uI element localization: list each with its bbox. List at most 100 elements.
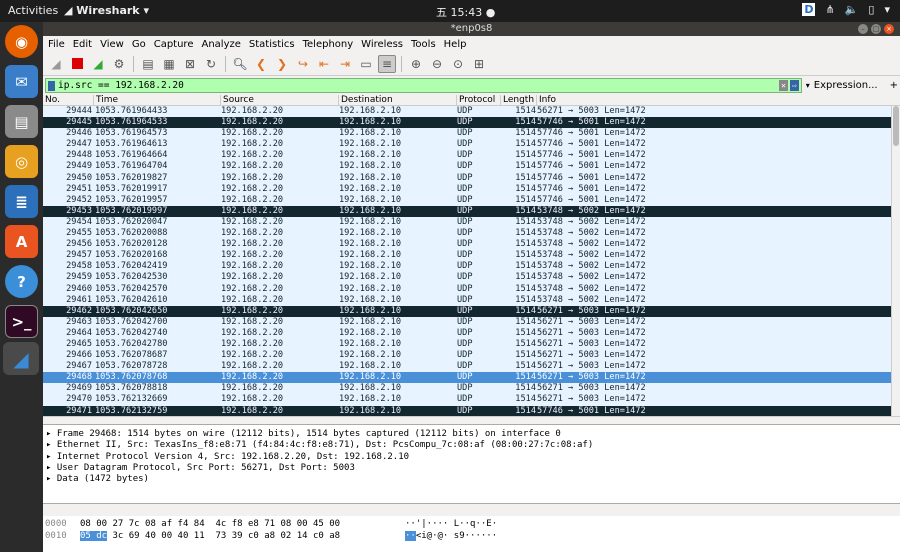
close-file-icon[interactable]: ⊠ (181, 55, 199, 73)
table-row[interactable]: 29444 1053.761964433 192.168.2.20 192.168.2… (43, 106, 900, 118)
table-row[interactable]: 29468 1053.762078768 192.168.2.20 192.168.2… (43, 372, 900, 384)
menu-analyze[interactable]: Analyze (201, 39, 240, 50)
table-row[interactable]: 29462 1053.762042650 192.168.2.20 192.168.2… (43, 305, 900, 317)
details-row[interactable]: ▸ Internet Protocol Version 4, Src: 192.… (43, 452, 900, 463)
col-no[interactable]: No. (43, 95, 94, 105)
table-row[interactable]: 29452 1053.762019957 192.168.2.20 192.168.2… (43, 194, 900, 206)
writer-icon[interactable]: ≣ (5, 185, 38, 218)
table-row[interactable]: 29453 1053.762019997 192.168.2.20 192.168.2… (43, 205, 900, 217)
app-menu[interactable]: ◢ Wireshark ▾ (64, 4, 149, 17)
details-row[interactable]: ▸ User Datagram Protocol, Src Port: 5627… (43, 463, 900, 474)
table-row[interactable]: 29450 1053.762019827 192.168.2.20 192.168.2… (43, 172, 900, 184)
go-back-icon[interactable]: ❮ (252, 55, 270, 73)
menu-tools[interactable]: Tools (411, 39, 436, 50)
menu-file[interactable]: File (48, 39, 65, 50)
col-info[interactable]: Info (537, 95, 900, 105)
music-icon[interactable]: ◎ (5, 145, 38, 178)
resize-columns-icon[interactable]: ⊞ (470, 55, 488, 73)
menu-view[interactable]: View (100, 39, 124, 50)
software-center-icon[interactable]: A (5, 225, 38, 258)
table-row[interactable]: 29447 1053.761964613 192.168.2.20 192.168.2… (43, 139, 900, 151)
menu-edit[interactable]: Edit (73, 39, 92, 50)
network-icon[interactable]: ⋔ (825, 3, 834, 16)
restart-capture-icon[interactable]: ◢ (89, 55, 107, 73)
minimize-icon[interactable]: – (858, 24, 868, 34)
details-row[interactable]: ▸ Data (1472 bytes) (43, 474, 900, 485)
normal-size-icon[interactable]: ⊙ (449, 55, 467, 73)
help-icon[interactable]: ? (5, 265, 38, 298)
menu-capture[interactable]: Capture (154, 39, 194, 50)
table-row[interactable]: 29446 1053.761964573 192.168.2.20 192.168.2… (43, 128, 900, 140)
activities-button[interactable]: Activities (8, 4, 58, 17)
close-icon[interactable]: × (884, 24, 894, 34)
table-row[interactable]: 29460 1053.762042570 192.168.2.20 192.168.2… (43, 283, 900, 295)
table-row[interactable]: 29454 1053.762020047 192.168.2.20 192.168.2… (43, 216, 900, 229)
details-row[interactable]: ▸ Frame 29468: 1514 bytes on wire (12112… (43, 429, 900, 440)
filter-history-icon[interactable]: ▾ (806, 81, 810, 90)
table-row[interactable]: 29470 1053.762132669 192.168.2.20 192.168.2… (43, 394, 900, 406)
desktop-indicator-icon[interactable]: D (802, 3, 816, 16)
expression-button[interactable]: Expression... (814, 80, 878, 91)
table-row[interactable]: 29466 1053.762078687 192.168.2.20 192.168.2… (43, 350, 900, 362)
table-row[interactable]: 29461 1053.762042610 192.168.2.20 192.168.2… (43, 294, 900, 306)
table-row[interactable]: 29459 1053.762042530 192.168.2.20 192.168.2… (43, 272, 900, 284)
menu-go[interactable]: Go (132, 39, 146, 50)
go-to-packet-icon[interactable]: ↪ (294, 55, 312, 73)
volume-icon[interactable]: 🔈 (845, 3, 859, 16)
packet-list-scrollbar[interactable] (891, 106, 900, 417)
mail-icon[interactable]: ✉ (5, 65, 38, 98)
col-destination[interactable]: Destination (339, 95, 457, 105)
col-length[interactable]: Length (501, 95, 537, 105)
terminal-icon[interactable]: >_ (5, 305, 38, 338)
shark-fin-start-icon[interactable]: ◢ (47, 55, 65, 73)
table-row[interactable]: 29451 1053.762019917 192.168.2.20 192.168.2… (43, 183, 900, 195)
find-packet-icon[interactable]: 🔍︎ (231, 55, 249, 73)
col-time[interactable]: Time (94, 95, 221, 105)
table-row[interactable]: 29445 1053.761964533 192.168.2.20 192.168.2… (43, 117, 900, 129)
apply-filter-icon[interactable]: ⇨ (789, 80, 799, 91)
zoom-out-icon[interactable]: ⊖ (428, 55, 446, 73)
battery-icon[interactable]: ▯ (868, 3, 874, 16)
files-icon[interactable]: ▤ (5, 105, 38, 138)
zoom-in-icon[interactable]: ⊕ (407, 55, 425, 73)
auto-scroll-icon[interactable]: ▭ (357, 55, 375, 73)
col-source[interactable]: Source (221, 95, 339, 105)
title-bar[interactable]: *enp0s8 – □ × (43, 22, 900, 36)
go-forward-icon[interactable]: ❯ (273, 55, 291, 73)
clear-filter-icon[interactable]: ✕ (779, 80, 788, 91)
col-protocol[interactable]: Protocol (457, 95, 501, 105)
bytes-row[interactable]: 0000 08 00 27 7c 08 af f4 84 4c f8 e8 71… (43, 519, 900, 531)
table-row[interactable]: 29456 1053.762020128 192.168.2.20 192.168.2… (43, 239, 900, 251)
bookmark-icon[interactable] (48, 80, 55, 91)
table-row[interactable]: 29458 1053.762042419 192.168.2.20 192.168.2… (43, 261, 900, 273)
table-row[interactable]: 29455 1053.762020088 192.168.2.20 192.168.2… (43, 228, 900, 240)
maximize-icon[interactable]: □ (871, 24, 881, 34)
table-row[interactable]: 29469 1053.762078818 192.168.2.20 192.168.2… (43, 383, 900, 395)
save-file-icon[interactable]: ▦ (160, 55, 178, 73)
menu-telephony[interactable]: Telephony (303, 39, 354, 50)
first-packet-icon[interactable]: ⇤ (315, 55, 333, 73)
wireshark-icon[interactable]: ◢ (3, 342, 39, 375)
table-row[interactable]: 29457 1053.762020168 192.168.2.20 192.168.2… (43, 250, 900, 262)
menu-wireless[interactable]: Wireless (361, 39, 403, 50)
firefox-icon[interactable]: ◉ (5, 25, 38, 58)
table-row[interactable]: 29463 1053.762042700 192.168.2.20 192.168.2… (43, 316, 900, 328)
open-file-icon[interactable]: ▤ (139, 55, 157, 73)
bytes-row[interactable]: 0010 05 dc 3c 69 40 00 40 11 73 39 c0 a8… (43, 530, 900, 543)
capture-options-icon[interactable]: ⚙ (110, 55, 128, 73)
display-filter-input[interactable]: ip.src == 192.168.2.20 ✕ ⇨ (45, 78, 802, 93)
menu-statistics[interactable]: Statistics (249, 39, 295, 50)
colorize-icon[interactable]: ≡ (378, 54, 396, 73)
clock[interactable]: 五 15:43 ● (436, 4, 495, 20)
menu-help[interactable]: Help (444, 39, 467, 50)
table-row[interactable]: 29449 1053.761964704 192.168.2.20 192.168.2… (43, 161, 900, 173)
table-row[interactable]: 29465 1053.762042780 192.168.2.20 192.168.2… (43, 338, 900, 351)
reload-icon[interactable]: ↻ (202, 55, 220, 73)
system-tray[interactable]: D ⋔ 🔈 ▯ ▾ (802, 3, 890, 16)
table-row[interactable]: 29467 1053.762078728 192.168.2.20 192.168.2… (43, 361, 900, 373)
packet-list-hscrollbar[interactable] (43, 416, 900, 424)
table-row[interactable]: 29448 1053.761964664 192.168.2.20 192.168.2… (43, 150, 900, 162)
add-filter-button[interactable]: + (890, 80, 898, 91)
table-row[interactable]: 29464 1053.762042740 192.168.2.20 192.168.2… (43, 327, 900, 339)
stop-capture-icon[interactable] (68, 55, 86, 73)
